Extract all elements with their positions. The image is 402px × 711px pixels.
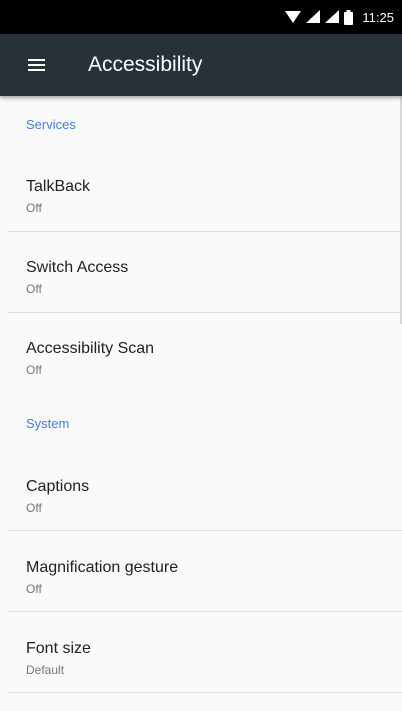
settings-list: Services TalkBack Off Switch Access Off … — [8, 96, 402, 711]
list-item-magnification-gesture[interactable]: Magnification gesture Off — [8, 534, 402, 614]
list-item-talkback[interactable]: TalkBack Off — [8, 153, 402, 233]
item-title: TalkBack — [26, 178, 91, 195]
item-title: Switch Access — [26, 259, 129, 276]
item-title: Captions — [26, 478, 90, 495]
item-summary: Off — [26, 582, 42, 596]
item-title: Accessibility Scan — [26, 340, 155, 357]
section-header-services: Services — [26, 117, 76, 132]
list-item-font-size[interactable]: Font size Default — [8, 615, 402, 695]
list-item-captions[interactable]: Captions Off — [8, 453, 402, 533]
page-title: Accessibility — [88, 53, 203, 76]
divider — [8, 611, 402, 612]
list-item-accessibility-scan[interactable]: Accessibility Scan Off — [8, 315, 402, 395]
signal-icon — [306, 10, 321, 23]
item-summary: Off — [26, 501, 42, 515]
wifi-icon — [285, 11, 302, 23]
app-bar: Accessibility — [0, 34, 402, 96]
divider — [8, 312, 402, 313]
item-title: Magnification gesture — [26, 559, 179, 576]
divider — [8, 692, 402, 693]
status-icons: 11:25 — [285, 0, 394, 34]
item-summary: Default — [26, 663, 65, 677]
divider — [8, 231, 402, 232]
status-bar: 11:25 — [0, 0, 402, 34]
battery-icon — [344, 9, 354, 25]
item-title: Font size — [26, 640, 91, 657]
status-time: 11:25 — [362, 9, 394, 25]
signal-icon — [325, 10, 340, 23]
accessibility-settings-screen: 11:25 Accessibility Services TalkBack Of… — [0, 0, 402, 711]
menu-icon[interactable] — [24, 54, 50, 76]
item-summary: Off — [26, 201, 42, 215]
item-summary: Off — [26, 363, 42, 377]
section-header-system: System — [26, 416, 70, 431]
divider — [8, 530, 402, 531]
item-summary: Off — [26, 282, 42, 296]
list-item-switch-access[interactable]: Switch Access Off — [8, 234, 402, 314]
